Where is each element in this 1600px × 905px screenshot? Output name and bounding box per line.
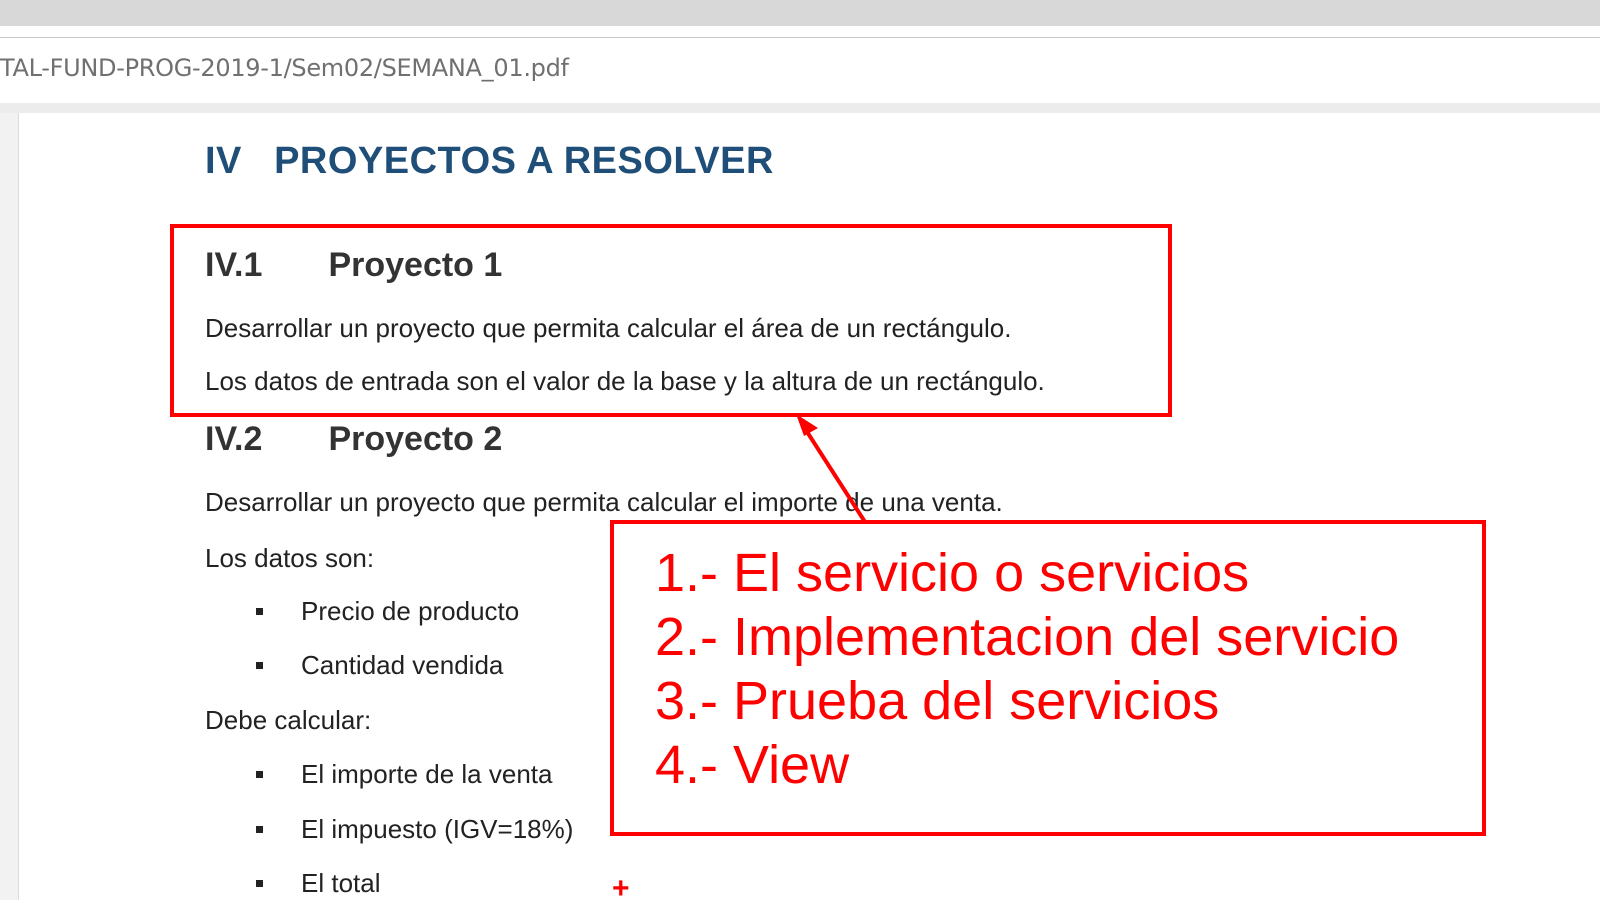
highlight-box-project1 xyxy=(170,224,1172,417)
bullet-icon xyxy=(256,661,263,669)
project2-data-label: Los datos son: xyxy=(205,543,375,573)
list-item: Precio de producto xyxy=(256,596,519,627)
project2-calc-label: Debe calcular: xyxy=(205,705,372,735)
section-heading: IV PROYECTOS A RESOLVER xyxy=(205,140,774,183)
annotation-item: 4.- View xyxy=(655,735,850,795)
address-bar[interactable]: TAL-FUND-PROG-2019-1/Sem02/SEMANA_01.pdf xyxy=(0,37,1600,104)
section-title: PROYECTOS A RESOLVER xyxy=(274,140,774,182)
bullet-icon xyxy=(256,607,263,615)
list-item: El importe de la venta xyxy=(256,759,552,790)
project2-title: Proyecto 2 xyxy=(328,420,503,458)
list-item: El total xyxy=(256,868,381,899)
project2-heading: IV.2 Proyecto 2 xyxy=(205,420,502,459)
bullet-icon xyxy=(256,879,263,887)
annotation-item: 2.- Implementacion del servicio xyxy=(655,607,1400,667)
project2-line1: Desarrollar un proyecto que permita calc… xyxy=(205,487,1003,517)
section-number: IV xyxy=(205,140,242,182)
bullet-icon xyxy=(256,825,263,833)
annotation-item: 3.- Prueba del servicios xyxy=(655,671,1220,731)
annotation-item: 1.- El servicio o servicios xyxy=(655,543,1250,603)
browser-tab-strip xyxy=(0,0,1600,26)
list-item: El impuesto (IGV=18%) xyxy=(256,814,573,845)
bullet-icon xyxy=(256,770,263,778)
toolbar-separator xyxy=(0,103,1600,113)
url-text[interactable]: TAL-FUND-PROG-2019-1/Sem02/SEMANA_01.pdf xyxy=(0,54,569,82)
crosshair-cursor-icon: + xyxy=(612,872,630,905)
project2-number: IV.2 xyxy=(205,420,263,458)
list-item: Cantidad vendida xyxy=(256,650,503,681)
